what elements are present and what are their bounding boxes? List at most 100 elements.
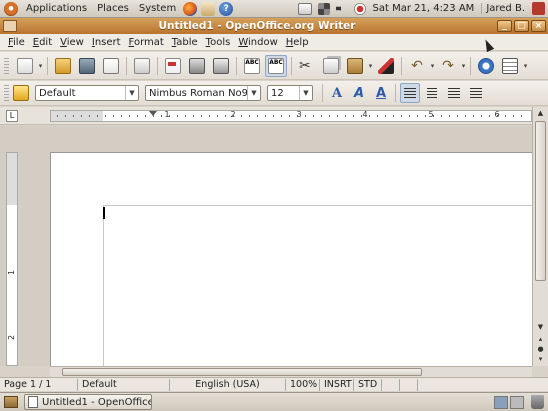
document-page[interactable] [50, 152, 533, 367]
quit-icon[interactable] [532, 2, 545, 15]
horizontal-ruler[interactable]: 1 2 3 4 5 6 [50, 110, 532, 122]
ruler-tick [129, 115, 130, 117]
paragraph-style-select[interactable]: Default ▼ [35, 85, 139, 101]
window-menu-icon[interactable] [3, 20, 17, 32]
italic-button[interactable]: A [349, 83, 369, 103]
trash-icon[interactable] [531, 395, 544, 409]
new-button[interactable] [14, 55, 36, 77]
chevron-down-icon[interactable]: ▼ [299, 86, 312, 100]
mail-tray-icon[interactable] [297, 2, 312, 15]
next-page-button[interactable]: ▾ [535, 355, 546, 365]
copy-button[interactable] [320, 55, 342, 77]
power-tray-icon[interactable] [353, 2, 366, 15]
redo-button[interactable]: ↷ [437, 55, 459, 77]
menu-format[interactable]: Format [125, 37, 168, 48]
print-button[interactable] [186, 55, 208, 77]
selection-mode-indicator[interactable]: STD [354, 378, 382, 391]
system-menu[interactable]: System [134, 3, 181, 14]
undo-button[interactable]: ↶ [406, 55, 428, 77]
paste-dropdown-arrow[interactable]: ▾ [367, 62, 374, 70]
firefox-launcher-icon[interactable] [183, 1, 198, 16]
edit-file-button[interactable] [131, 55, 153, 77]
places-menu[interactable]: Places [92, 3, 134, 14]
font-name-select[interactable]: Nimbus Roman No9 L ▼ [145, 85, 261, 101]
navigation-button[interactable]: ● [535, 345, 546, 355]
redo-dropdown-arrow[interactable]: ▾ [460, 62, 467, 70]
clock[interactable]: Sat Mar 21, 4:23 AM [369, 3, 479, 14]
scroll-down-button[interactable]: ▼ [535, 323, 546, 333]
insert-mode-indicator[interactable]: INSRT [320, 378, 354, 391]
vertical-scroll-thumb[interactable] [535, 121, 546, 281]
maximize-button[interactable]: □ [514, 20, 529, 32]
menu-view[interactable]: View [56, 37, 88, 48]
applications-menu[interactable]: Applications [21, 3, 92, 14]
toolbar-grip[interactable] [4, 57, 9, 74]
page-indicator[interactable]: Page 1 / 1 [0, 378, 78, 391]
menu-help[interactable]: Help [282, 37, 313, 48]
taskbar-window-button[interactable]: Untitled1 - OpenOffice... [24, 394, 152, 410]
page-style-indicator[interactable]: Default [78, 378, 170, 391]
volume-tray-icon[interactable] [335, 2, 348, 15]
help-launcher-icon[interactable]: ? [219, 1, 234, 16]
zoom-indicator[interactable]: 100% [286, 378, 320, 391]
clone-formatting-button[interactable] [375, 55, 397, 77]
evolution-launcher-icon[interactable] [201, 1, 216, 16]
gnome-foot-icon[interactable] [4, 1, 18, 16]
close-button[interactable]: × [531, 20, 546, 32]
language-indicator[interactable]: English (USA) [170, 378, 286, 391]
cut-button[interactable] [296, 55, 318, 77]
edit-file-icon [134, 57, 150, 74]
email-button[interactable] [100, 55, 122, 77]
chevron-down-icon[interactable]: ▼ [247, 86, 260, 100]
paste-button[interactable] [344, 55, 366, 77]
styles-formatting-icon[interactable] [13, 85, 29, 101]
save-button[interactable] [76, 55, 98, 77]
tab-stop-selector[interactable]: L [6, 110, 18, 122]
spellcheck-button[interactable]: ABC [241, 55, 263, 77]
justify-button[interactable] [466, 83, 486, 103]
menu-edit[interactable]: Edit [29, 37, 56, 48]
vertical-ruler[interactable]: 1 2 [6, 152, 18, 366]
page-preview-button[interactable] [210, 55, 232, 77]
previous-page-button[interactable]: ▴ [535, 335, 546, 345]
align-center-button[interactable] [422, 83, 442, 103]
toolbar-grip[interactable] [4, 85, 9, 101]
bold-button[interactable]: A [327, 83, 347, 103]
ruler-tick [241, 115, 242, 117]
menu-table[interactable]: Table [168, 37, 202, 48]
table-dropdown-arrow[interactable]: ▾ [522, 62, 529, 70]
scroll-up-button[interactable]: ▲ [535, 109, 546, 119]
document-area[interactable]: 1 2 [0, 126, 548, 367]
workspace-1[interactable] [494, 395, 508, 409]
align-right-button[interactable] [444, 83, 464, 103]
underline-button[interactable]: A [371, 83, 391, 103]
ruler-tick [161, 115, 162, 117]
chevron-down-icon[interactable]: ▼ [125, 86, 138, 100]
ruler-tick [457, 115, 458, 117]
menu-window[interactable]: Window [234, 37, 281, 48]
ruler-tick [193, 115, 194, 117]
vertical-scrollbar[interactable]: ▲ ▼ ▴ ● ▾ [532, 107, 548, 366]
user-switcher[interactable]: Jared B. [481, 3, 529, 14]
menu-tools[interactable]: Tools [202, 37, 235, 48]
new-dropdown-arrow[interactable]: ▾ [37, 62, 44, 70]
ruler-tick [273, 115, 274, 117]
export-pdf-button[interactable] [162, 55, 184, 77]
network-tray-icon[interactable] [317, 2, 330, 15]
open-button[interactable] [52, 55, 74, 77]
workspace-2[interactable] [510, 395, 524, 409]
menu-insert[interactable]: Insert [88, 37, 125, 48]
ruler-tick [137, 115, 138, 117]
window-titlebar[interactable]: Untitled1 - OpenOffice.org Writer _ □ × [0, 18, 548, 34]
table-button[interactable] [499, 55, 521, 77]
menu-file[interactable]: File [4, 37, 29, 48]
autospellcheck-button[interactable]: ABC [265, 54, 287, 77]
navigator-button[interactable] [475, 55, 497, 77]
align-left-button[interactable] [400, 83, 420, 103]
horizontal-scrollbar[interactable] [50, 366, 532, 377]
undo-dropdown-arrow[interactable]: ▾ [429, 62, 436, 70]
horizontal-scroll-thumb[interactable] [62, 368, 422, 376]
show-desktop-icon[interactable] [4, 396, 18, 408]
font-size-select[interactable]: 12 ▼ [267, 85, 313, 101]
minimize-button[interactable]: _ [497, 20, 512, 32]
